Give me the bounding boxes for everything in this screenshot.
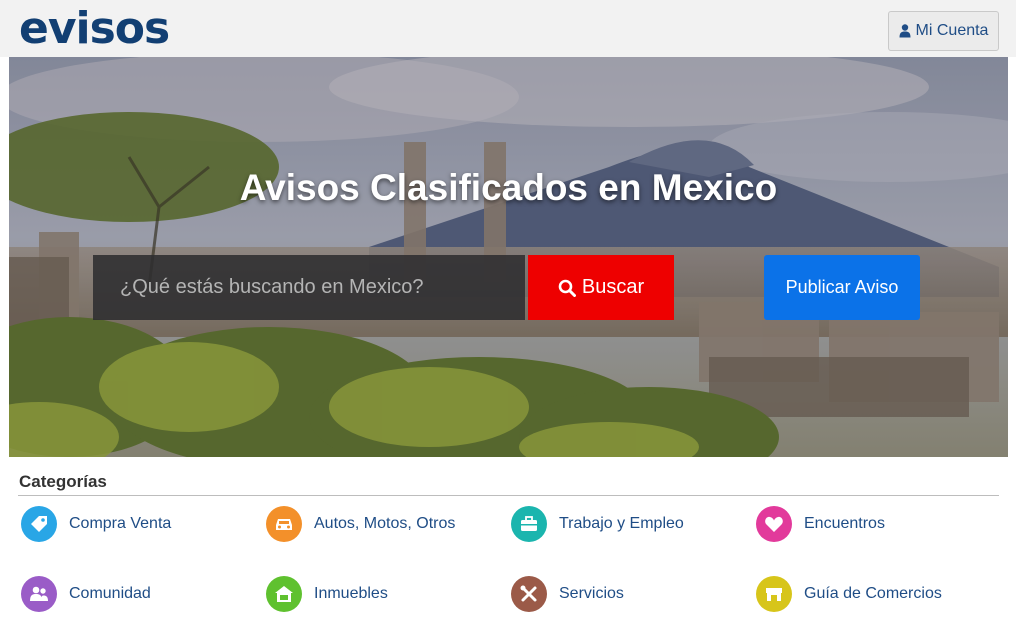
my-account-button[interactable]: Mi Cuenta [888,11,999,51]
search-button[interactable]: Buscar [528,255,674,320]
briefcase-icon [511,506,547,542]
category-guia-comercios[interactable]: Guía de Comercios [756,576,942,612]
category-servicios[interactable]: Servicios [511,576,624,612]
category-label: Inmuebles [314,585,388,602]
search-input[interactable] [93,255,525,320]
site-header: evisos Mi Cuenta [0,0,1016,57]
tag-icon [21,506,57,542]
categories-divider [18,495,999,496]
site-logo[interactable]: evisos [19,3,170,55]
category-label: Trabajo y Empleo [559,515,684,532]
category-label: Encuentros [804,515,885,532]
user-icon [899,24,911,38]
category-encuentros[interactable]: Encuentros [756,506,885,542]
category-label: Servicios [559,585,624,602]
category-autos[interactable]: Autos, Motos, Otros [266,506,455,542]
tools-icon [511,576,547,612]
hero-banner: Avisos Clasificados en Mexico Buscar Pub… [9,57,1008,457]
categories-heading: Categorías [19,472,107,491]
my-account-label: Mi Cuenta [915,22,989,39]
heart-icon [756,506,792,542]
category-label: Compra Venta [69,515,172,532]
people-icon [21,576,57,612]
publish-ad-label: Publicar Aviso [785,277,899,297]
search-button-label: Buscar [581,276,645,298]
publish-ad-button[interactable]: Publicar Aviso [764,255,920,320]
store-icon [756,576,792,612]
category-label: Comunidad [69,585,151,602]
category-trabajo-empleo[interactable]: Trabajo y Empleo [511,506,684,542]
category-comunidad[interactable]: Comunidad [21,576,151,612]
search-icon [558,279,576,297]
hero-title: Avisos Clasificados en Mexico [239,167,778,208]
category-label: Autos, Motos, Otros [314,515,456,532]
category-compra-venta[interactable]: Compra Venta [21,506,171,542]
house-icon [266,576,302,612]
category-label: Guía de Comercios [804,585,942,602]
category-inmuebles[interactable]: Inmuebles [266,576,388,612]
car-icon [266,506,302,542]
